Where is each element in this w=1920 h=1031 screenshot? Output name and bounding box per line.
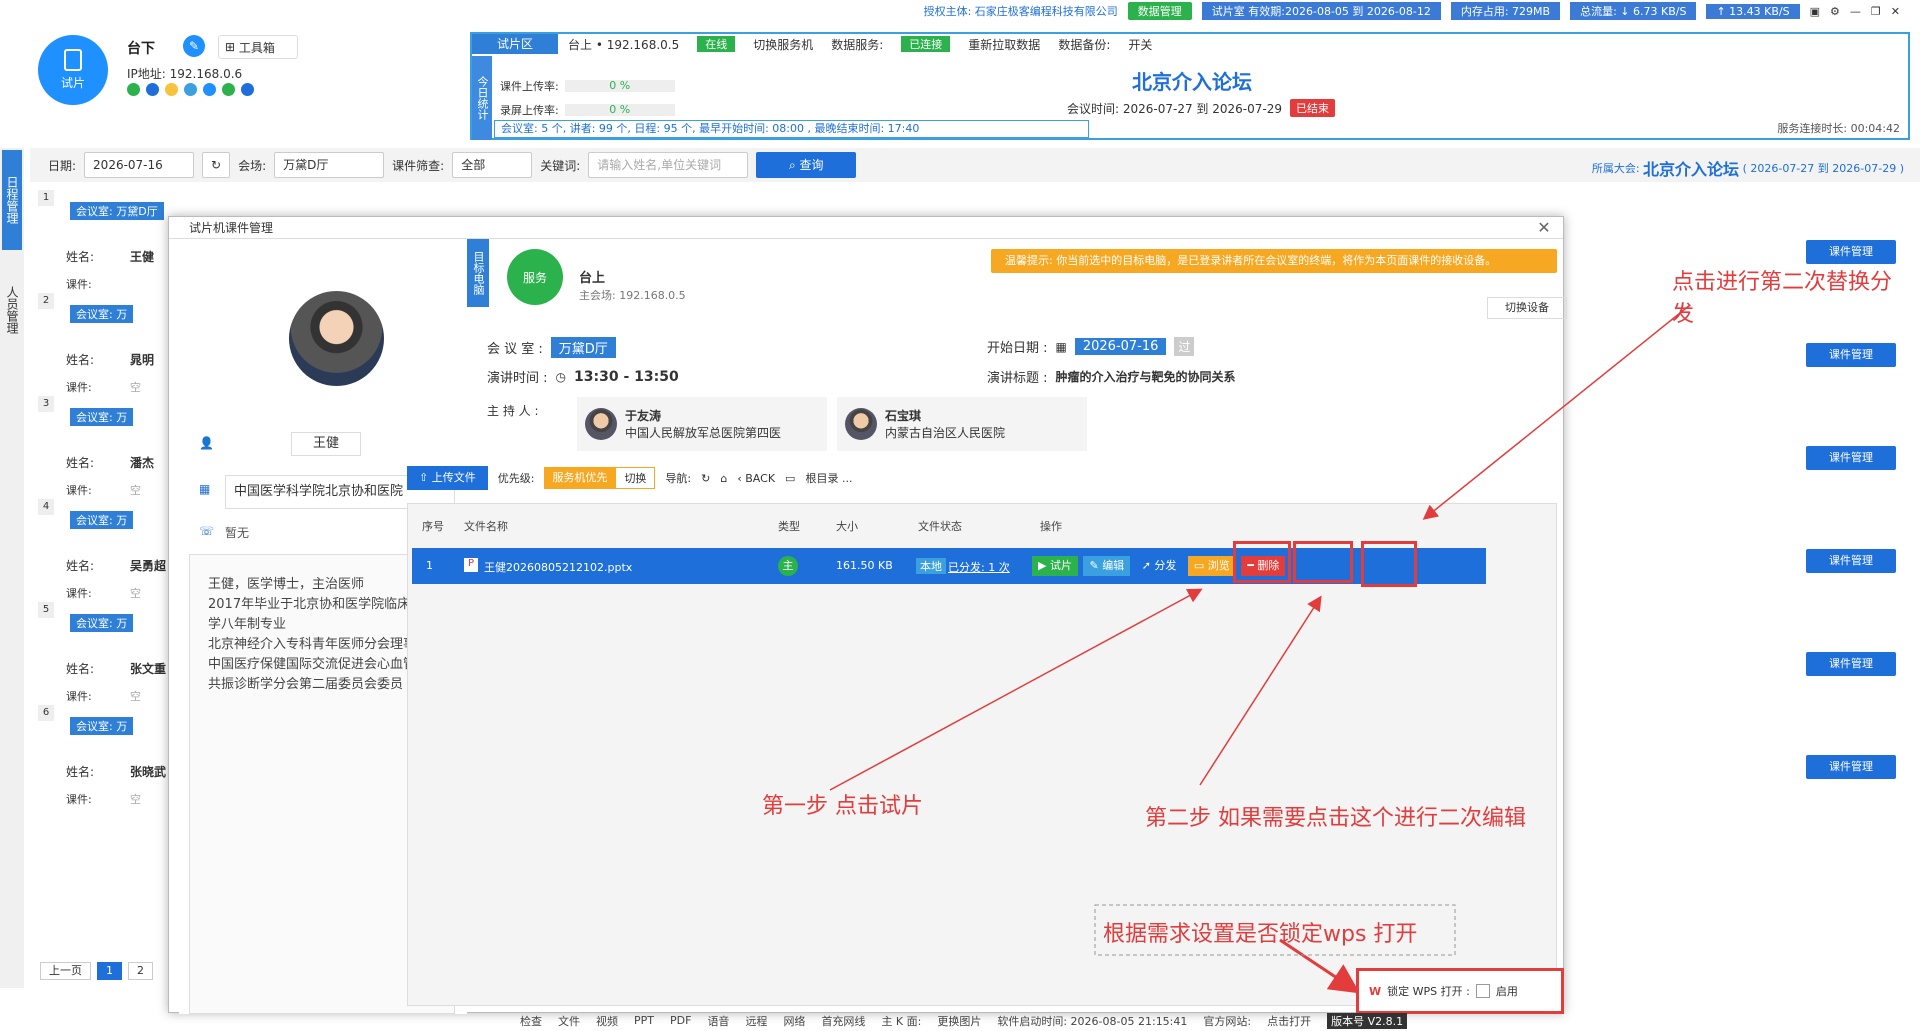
annotation-wps: 根据需求设置是否锁定wps 打开 <box>1103 922 1418 947</box>
version-number: V2.8.1 <box>1367 1014 1404 1028</box>
arrow-step1 <box>829 588 1203 791</box>
replace-image-button[interactable]: 更换图片 <box>937 1013 981 1029</box>
annotation-step2: 第二步 如果需要点击这个进行二次编辑 <box>1145 806 1526 831</box>
arrow-step2 <box>1199 595 1322 786</box>
annotation-step3: 点击进行第二次替换分 <box>1672 270 1893 295</box>
bottom-check-item: 远程 <box>745 1014 768 1028</box>
annotation-arrows <box>829 304 1691 994</box>
bottom-check-item: 语音 <box>707 1014 730 1028</box>
bottom-check-item: 视频 <box>596 1014 618 1028</box>
annotation-step1: 第一步 点击试片 <box>762 794 923 819</box>
website-label: 官方网站: <box>1203 1014 1252 1028</box>
wps-checkbox[interactable] <box>1475 984 1490 998</box>
bottom-bar: 检查 文件 视频 PPT PDF 语音 远程 网络 首充网线 主 K 面: 更换图片 软件启动时… <box>520 1010 1920 1031</box>
launch-time: 软件启动时间: 2026-08-05 21:15:41 <box>997 1014 1188 1028</box>
wps-label: 锁定 WPS 打开 : <box>1387 985 1470 998</box>
version-badge: 版本号 V2.8.1 <box>1327 1012 1408 1029</box>
annotation-step3-cont: 发 <box>1672 302 1695 327</box>
version-label: 版本号 <box>1331 1014 1365 1028</box>
bottom-check-item: PDF <box>670 1014 692 1027</box>
arrow-step3 <box>1422 304 1691 520</box>
k-label: 主 K 面: <box>881 1014 922 1028</box>
bottom-check-item: PPT <box>634 1014 654 1027</box>
bottom-check-item: 检查 <box>520 1014 542 1028</box>
bottom-check-item: 文件 <box>558 1014 580 1028</box>
open-website-link[interactable]: 点击打开 <box>1267 1013 1311 1029</box>
bottom-check-item: 首充网线 <box>821 1014 866 1028</box>
bottom-checks: 检查 文件 视频 PPT PDF 语音 远程 网络 首充网线 <box>520 1013 865 1029</box>
bottom-check-item: 网络 <box>783 1014 806 1028</box>
wps-lock-setting: W 锁定 WPS 打开 : 启用 <box>1356 968 1564 1014</box>
wps-enable-label: 启用 <box>1495 985 1518 998</box>
wps-icon: W <box>1369 984 1382 998</box>
